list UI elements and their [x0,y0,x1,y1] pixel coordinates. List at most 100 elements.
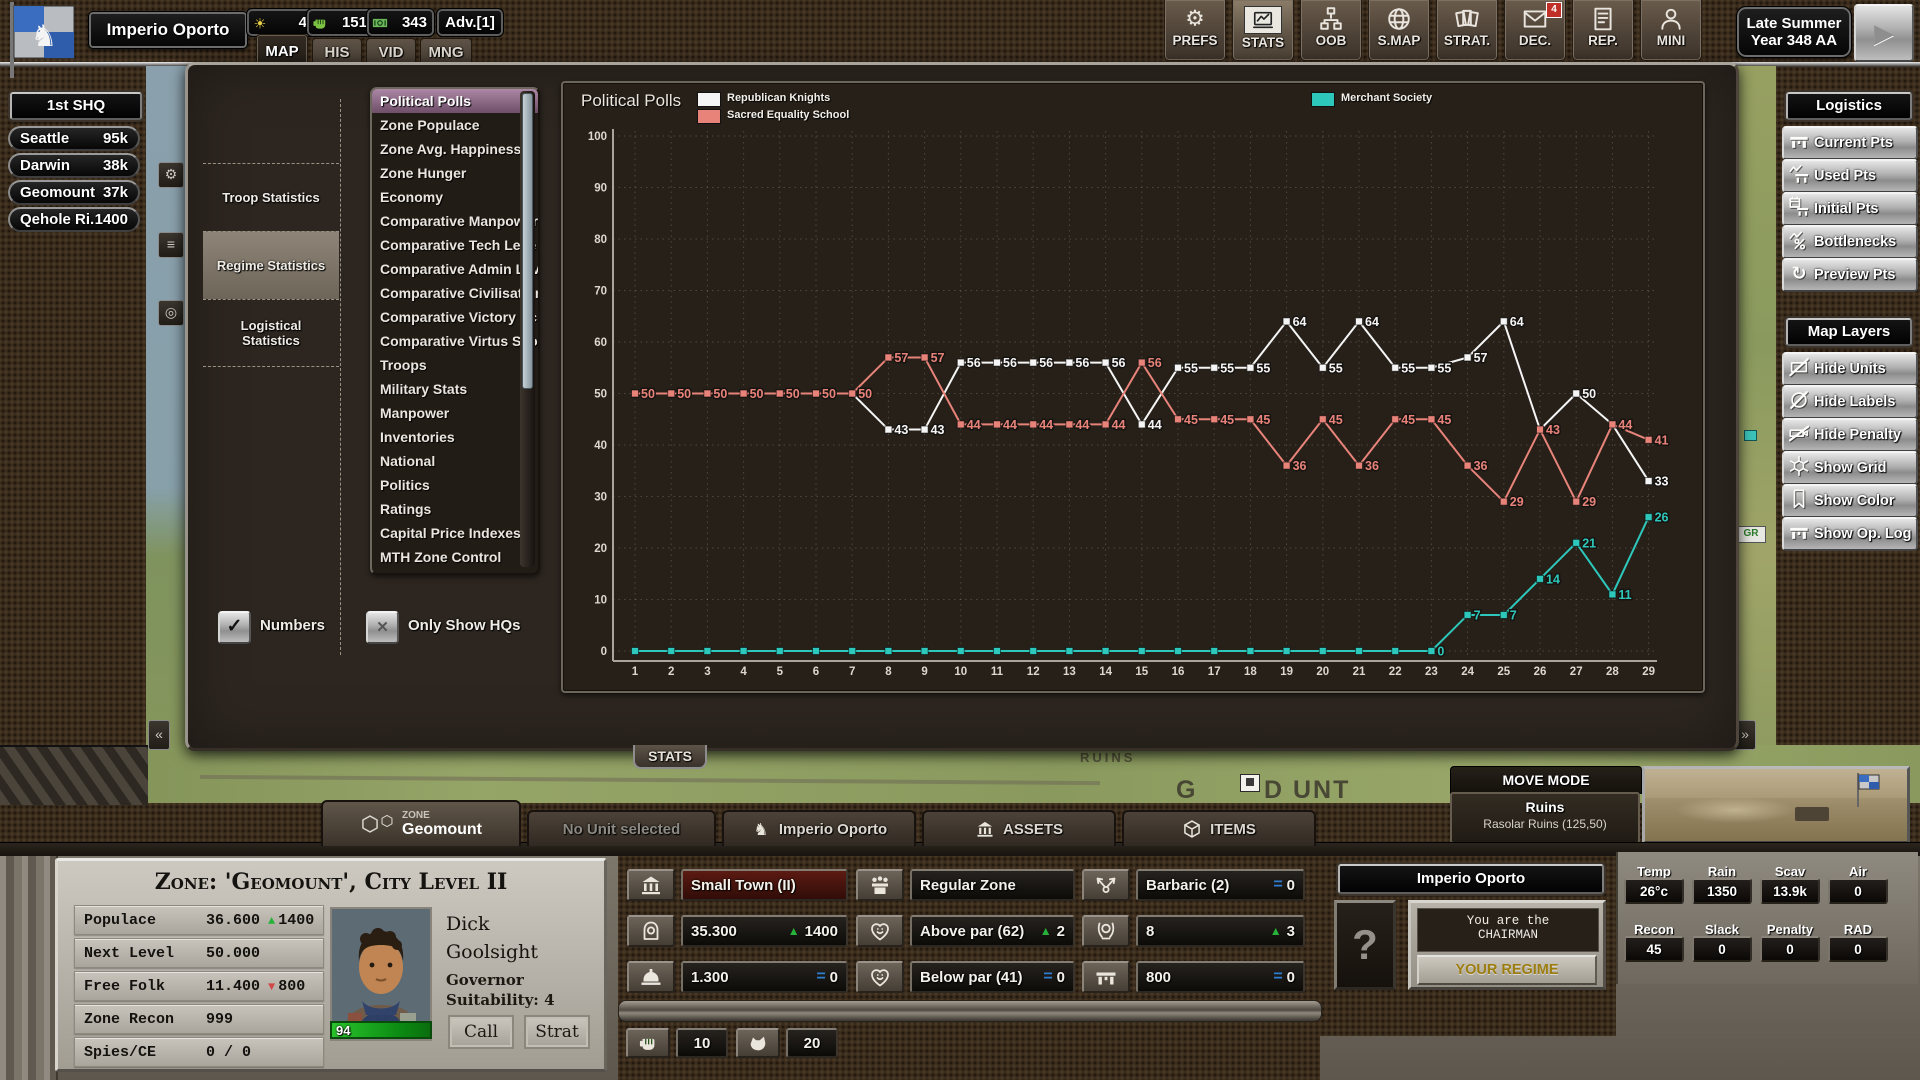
checkbox-only-show-hqs[interactable]: ✕ [366,611,399,644]
side-button-current-pts[interactable]: Current Pts [1782,126,1918,160]
stat-value-box[interactable]: 800=0 [1136,961,1305,993]
zone-row-label: Spies/CE [84,1044,206,1061]
side-button-initial-pts[interactable]: Initial Pts [1782,192,1918,226]
map-edge-target-button[interactable]: ◎ [158,300,184,326]
city-button-darwin[interactable]: Darwin38k [8,153,140,178]
menu-item[interactable]: Troops [372,353,538,377]
menu-item[interactable]: Zone Hunger [372,161,538,185]
stats-window-tab[interactable]: STATS [633,745,707,769]
end-turn-button[interactable]: ▶ [1854,4,1914,62]
svg-text:44: 44 [1112,418,1126,432]
top-button-smap[interactable]: S.MAP [1368,0,1430,61]
bottom-tab-items[interactable]: ITEMS [1122,810,1316,846]
stat-value-box[interactable]: Above par (62)▲2 [910,915,1075,947]
category-logistical[interactable]: Logistical Statistics [203,299,339,367]
stat-value-box[interactable]: 1.300=0 [681,961,848,993]
svg-text:55: 55 [1220,361,1234,375]
top-button-stats[interactable]: STATS [1232,0,1294,61]
svg-text:♞: ♞ [31,19,58,54]
stat-delta: 3 [1287,923,1295,940]
menu-item[interactable]: Comparative Tech Leve [372,233,538,257]
side-button-hide-units[interactable]: Hide Units [1782,352,1918,386]
menu-item[interactable]: Comparative Victory Sc [372,305,538,329]
menu-item[interactable]: Zone Populace [372,113,538,137]
stat-value-box[interactable]: 35.300▲1400 [681,915,848,947]
menu-item[interactable]: Comparative Civilisation [372,281,538,305]
menu-item[interactable]: Political Polls [372,89,538,113]
stat-value-box[interactable]: Below par (41)=0 [910,961,1075,993]
menu-item[interactable]: Military Stats [372,377,538,401]
your-regime-button[interactable]: YOUR REGIME [1417,955,1597,985]
top-button-label: MINI [1641,33,1701,48]
strat-governor-button[interactable]: Strat [524,1015,590,1049]
bottom-tab-assets[interactable]: ASSETS [922,810,1116,846]
military-value-box[interactable]: 20 [786,1028,838,1058]
menu-item[interactable]: Economy [372,185,538,209]
top-button-strat[interactable]: STRAT. [1436,0,1498,61]
menu-item[interactable]: Comparative Admin Lev [372,257,538,281]
unit-marker[interactable] [1240,774,1260,792]
side-button-used-pts[interactable]: Used Pts [1782,159,1918,193]
menu-item[interactable]: Comparative Virtus Sco [372,329,538,353]
menu-scrollbar[interactable] [520,91,535,567]
stat-value-box[interactable]: Regular Zone [910,869,1075,901]
advisors-button[interactable]: Adv.[1] [436,8,504,37]
menu-item[interactable]: MTH Zone Control [372,545,538,569]
svg-text:0: 0 [601,646,607,658]
condition-value-recon: 45 [1624,936,1684,962]
stat-value-box[interactable]: 8▲3 [1136,915,1305,947]
top-button-label: OOB [1301,33,1361,48]
side-button-preview-pts[interactable]: ↻Preview Pts [1782,258,1918,292]
menu-item[interactable]: Ratings [372,497,538,521]
regime-portrait-placeholder[interactable]: ? [1334,900,1396,990]
top-button-rep[interactable]: REP. [1572,0,1634,61]
side-button-hide-penalty[interactable]: Hide Penalty [1782,418,1918,452]
map-edge-layers-button[interactable]: ≡ [158,232,184,258]
side-button-show-color[interactable]: Show Color [1782,484,1918,518]
stat-value: Below par (41) [920,969,1043,986]
tab-kicker: ZONE [402,810,482,821]
military-value-box[interactable]: 10 [676,1028,728,1058]
menu-item[interactable]: Manpower [372,401,538,425]
menu-item[interactable]: National [372,449,538,473]
menu-item[interactable]: Politics [372,473,538,497]
category-regime[interactable]: Regime Statistics [203,231,339,299]
side-button-hide-labels[interactable]: Hide Labels [1782,385,1918,419]
bottom-tab-imperio-oporto[interactable]: ♞Imperio Oporto [722,810,916,846]
menu-scrollbar-thumb[interactable] [522,93,533,389]
governor-last-name: Goolsight [446,941,538,963]
menu-item[interactable]: Capital Price Indexes [372,521,538,545]
side-button-bottlenecks[interactable]: Bottlenecks [1782,225,1918,259]
side-button-show-op-log[interactable]: Show Op. Log [1782,517,1918,551]
top-button-oob[interactable]: OOB [1300,0,1362,61]
side-button-show-grid[interactable]: Show Grid [1782,451,1918,485]
city-button-qeholeri[interactable]: Qehole Ri.1400 [8,207,140,232]
bottom-tab-no-unit-selected[interactable]: No Unit selected [527,810,716,846]
location-sub: Rasolar Ruins (125,50) [1452,817,1638,831]
map-edge-gear-button[interactable]: ⚙ [158,162,184,188]
menu-item[interactable]: Comparative Manpower [372,209,538,233]
svg-text:16: 16 [1172,666,1185,678]
city-button-geomount[interactable]: Geomount37k [8,180,140,205]
svg-text:44: 44 [967,418,981,432]
stat-value-box[interactable]: Barbaric (2)=0 [1136,869,1305,901]
city-button-seattle[interactable]: Seattle95k [8,126,140,151]
top-button-mini[interactable]: MINI [1640,0,1702,61]
top-button-prefs[interactable]: ⚙PREFS [1164,0,1226,61]
top-button-dec[interactable]: DEC.4 [1504,0,1566,61]
category-troop[interactable]: Troop Statistics [203,163,339,231]
stat-value-box[interactable]: Small Town (II) [681,869,848,901]
bottom-tab-geomount[interactable]: ZONEGeomount [321,800,521,846]
svg-text:50: 50 [858,387,872,401]
condition-value-slack: 0 [1692,936,1752,962]
svg-text:28: 28 [1606,666,1619,678]
hex-icon [380,814,394,828]
zone-row-next-level: Next Level50.000 [74,938,324,968]
shq-header[interactable]: 1st SHQ [10,92,142,120]
call-governor-button[interactable]: Call [448,1015,514,1049]
map-scroll-left-button[interactable]: « [148,720,170,750]
menu-item[interactable]: Zone Avg. Happiness [372,137,538,161]
checkbox-numbers[interactable]: ✓ [218,611,251,644]
menu-item[interactable]: Inventories [372,425,538,449]
svg-text:18: 18 [1244,666,1257,678]
